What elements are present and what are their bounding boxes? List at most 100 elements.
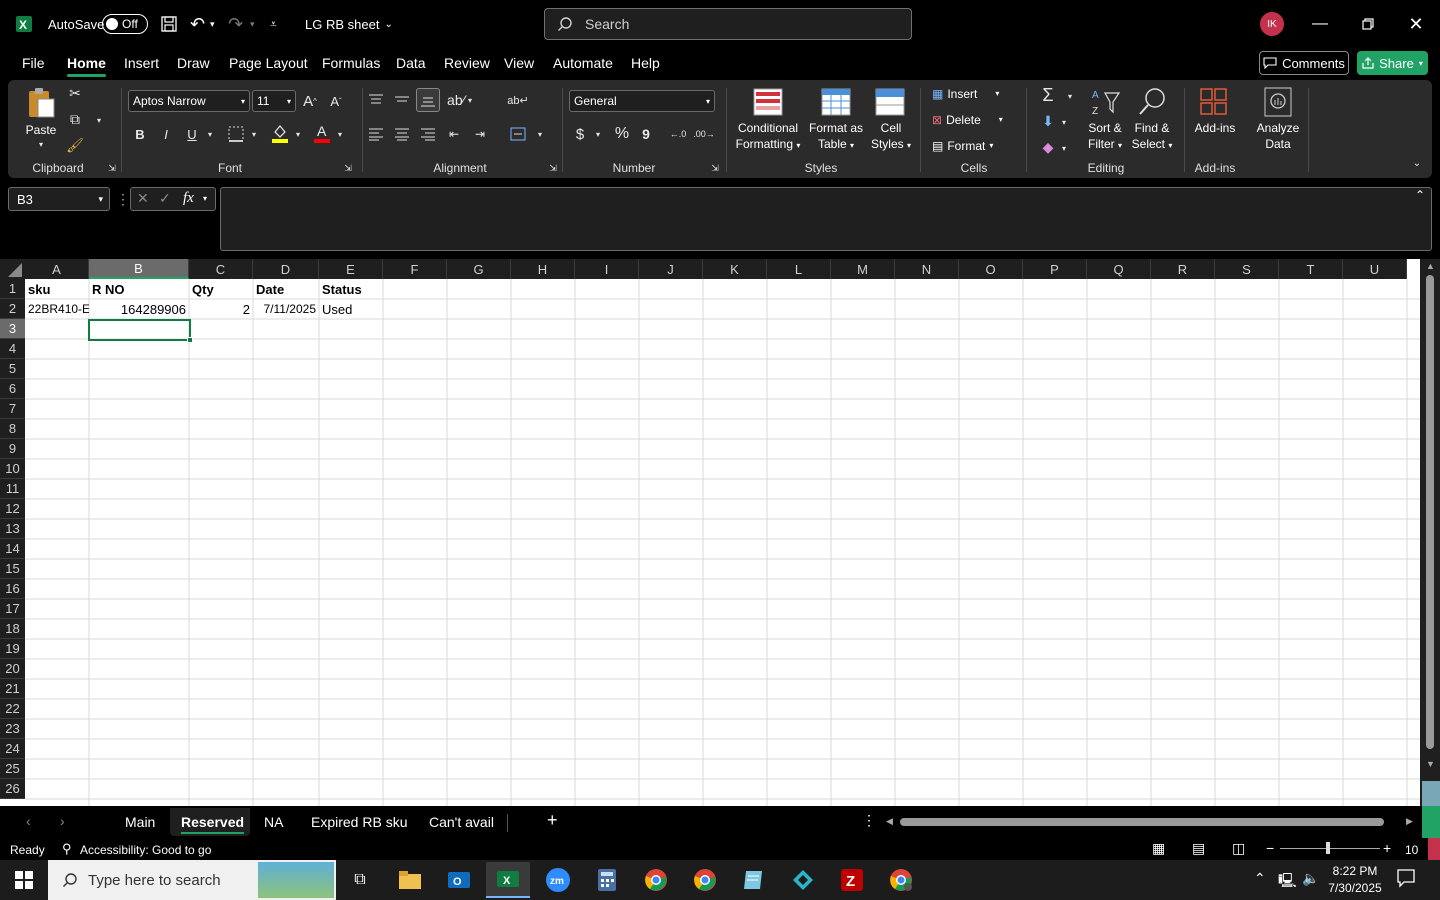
scroll-right-icon[interactable]: ▶: [1406, 816, 1413, 827]
scroll-left-icon[interactable]: ◀: [886, 816, 893, 827]
tab-home[interactable]: Home: [67, 55, 106, 77]
page-break-view-icon[interactable]: ◫: [1232, 840, 1245, 857]
tab-help[interactable]: Help: [631, 55, 660, 71]
calculator-icon[interactable]: [585, 862, 629, 898]
row-header-2[interactable]: 2: [0, 299, 25, 319]
find-select-button[interactable]: Find & Select ▾: [1128, 120, 1176, 154]
column-header-B[interactable]: B: [89, 259, 189, 279]
paste-icon[interactable]: [24, 86, 58, 120]
cell-D1[interactable]: Date: [253, 279, 319, 299]
align-center-icon[interactable]: [392, 124, 412, 144]
column-header-P[interactable]: P: [1023, 259, 1087, 279]
decrease-decimal-icon[interactable]: .00→: [693, 124, 715, 144]
cell-C1[interactable]: Qty: [189, 279, 253, 299]
select-all-button[interactable]: [0, 259, 25, 279]
increase-indent-icon[interactable]: ⇥: [470, 124, 490, 144]
undo-icon[interactable]: ↶: [190, 0, 205, 48]
tab-options-icon[interactable]: ⋮: [862, 812, 876, 829]
row-header-13[interactable]: 13: [0, 519, 25, 539]
row-header-23[interactable]: 23: [0, 719, 25, 739]
excel-taskbar-icon[interactable]: X: [486, 862, 530, 898]
undo-dropdown-icon[interactable]: ▾: [210, 0, 215, 48]
decrease-indent-icon[interactable]: ⇤: [444, 124, 464, 144]
find-select-icon[interactable]: [1136, 86, 1168, 118]
row-header-21[interactable]: 21: [0, 679, 25, 699]
file-name[interactable]: LG RB sheet ⌄: [305, 0, 393, 48]
chevron-down-icon[interactable]: ▾: [334, 128, 346, 140]
add-ins-icon[interactable]: [1198, 86, 1230, 118]
column-header-H[interactable]: H: [511, 259, 575, 279]
row-header-6[interactable]: 6: [0, 379, 25, 399]
sheet-tab-na[interactable]: NA: [264, 814, 283, 830]
outlook-icon[interactable]: O: [437, 862, 481, 898]
save-icon[interactable]: [160, 0, 178, 48]
close-icon[interactable]: ✕: [1393, 0, 1439, 48]
accessibility-status[interactable]: Accessibility: Good to go: [80, 843, 211, 857]
collapse-ribbon-icon[interactable]: ⌄: [1410, 156, 1424, 170]
row-header-22[interactable]: 22: [0, 699, 25, 719]
column-header-S[interactable]: S: [1215, 259, 1279, 279]
redo-dropdown-icon[interactable]: ▾: [250, 0, 255, 48]
tab-draw[interactable]: Draw: [177, 55, 210, 71]
tab-formulas[interactable]: Formulas: [322, 55, 380, 71]
cell-styles-icon[interactable]: [874, 86, 906, 118]
format-as-table-button[interactable]: Format as Table ▾: [808, 120, 864, 154]
borders-icon[interactable]: [226, 124, 246, 144]
insert-function-button[interactable]: fx: [183, 190, 194, 207]
underline-button[interactable]: U: [184, 124, 200, 144]
increase-decimal-icon[interactable]: ←.0: [668, 124, 688, 144]
more-options-icon[interactable]: ⋮: [116, 191, 130, 208]
filezilla-icon[interactable]: Z: [830, 862, 874, 898]
windows-start-icon[interactable]: [2, 862, 46, 898]
delete-cells-button[interactable]: ⊠ Delete ▾: [932, 112, 1012, 128]
column-header-F[interactable]: F: [383, 259, 447, 279]
chevron-down-icon[interactable]: ▾: [292, 128, 304, 140]
cell-styles-button[interactable]: Cell Styles ▾: [868, 120, 914, 154]
row-header-14[interactable]: 14: [0, 539, 25, 559]
cell-E1[interactable]: Status: [319, 279, 383, 299]
fill-icon[interactable]: ⬇: [1038, 110, 1058, 132]
add-ins-button[interactable]: Add-ins: [1190, 120, 1240, 136]
column-header-I[interactable]: I: [575, 259, 639, 279]
chevron-down-icon[interactable]: ▾: [34, 138, 48, 150]
taskbar-search-input[interactable]: Type here to search: [48, 860, 336, 900]
confirm-entry-icon[interactable]: ✓: [159, 190, 171, 207]
next-sheet-icon[interactable]: ›: [60, 813, 65, 829]
avatar[interactable]: IK: [1260, 12, 1284, 36]
chrome-remote-icon[interactable]: [879, 862, 923, 898]
wrap-text-icon[interactable]: ab↵: [507, 90, 528, 110]
zoom-out-icon[interactable]: −: [1266, 840, 1274, 856]
chevron-down-icon[interactable]: ▾: [92, 114, 106, 126]
cell-B2[interactable]: 164289906: [89, 299, 189, 319]
conditional-formatting-icon[interactable]: [752, 86, 784, 118]
chevron-down-icon[interactable]: ▾: [203, 194, 207, 203]
number-format-select[interactable]: General ▾: [569, 90, 715, 112]
share-button[interactable]: Share ▾: [1357, 51, 1428, 75]
tab-insert[interactable]: Insert: [124, 55, 159, 71]
font-name-select[interactable]: Aptos Narrow ▾: [128, 90, 250, 112]
chevron-down-icon[interactable]: ▾: [534, 128, 546, 140]
dialog-launcher-icon[interactable]: ⇲: [547, 162, 559, 174]
tab-automate[interactable]: Automate: [553, 55, 613, 71]
minimize-icon[interactable]: —: [1297, 0, 1343, 48]
volume-icon[interactable]: 🔈: [1302, 870, 1319, 887]
column-header-J[interactable]: J: [639, 259, 703, 279]
top-align-icon[interactable]: [366, 90, 386, 110]
row-header-26[interactable]: 26: [0, 779, 25, 799]
add-sheet-button[interactable]: +: [547, 810, 558, 831]
active-cell-B3[interactable]: [88, 319, 193, 343]
column-header-A[interactable]: A: [25, 259, 89, 279]
column-header-N[interactable]: N: [895, 259, 959, 279]
chevron-down-icon[interactable]: ▾: [1058, 116, 1070, 128]
format-painter-icon[interactable]: 🖌: [66, 136, 84, 154]
name-box[interactable]: B3 ▾: [8, 187, 110, 211]
row-header-9[interactable]: 9: [0, 439, 25, 459]
chrome-icon[interactable]: [634, 862, 678, 898]
formula-input[interactable]: ⌃: [220, 187, 1432, 251]
row-header-18[interactable]: 18: [0, 619, 25, 639]
cut-icon[interactable]: ✂: [66, 84, 84, 102]
column-header-M[interactable]: M: [831, 259, 895, 279]
tab-data[interactable]: Data: [396, 55, 426, 71]
cell-B1[interactable]: R NO: [89, 279, 189, 299]
dialog-launcher-icon[interactable]: ⇲: [342, 162, 354, 174]
